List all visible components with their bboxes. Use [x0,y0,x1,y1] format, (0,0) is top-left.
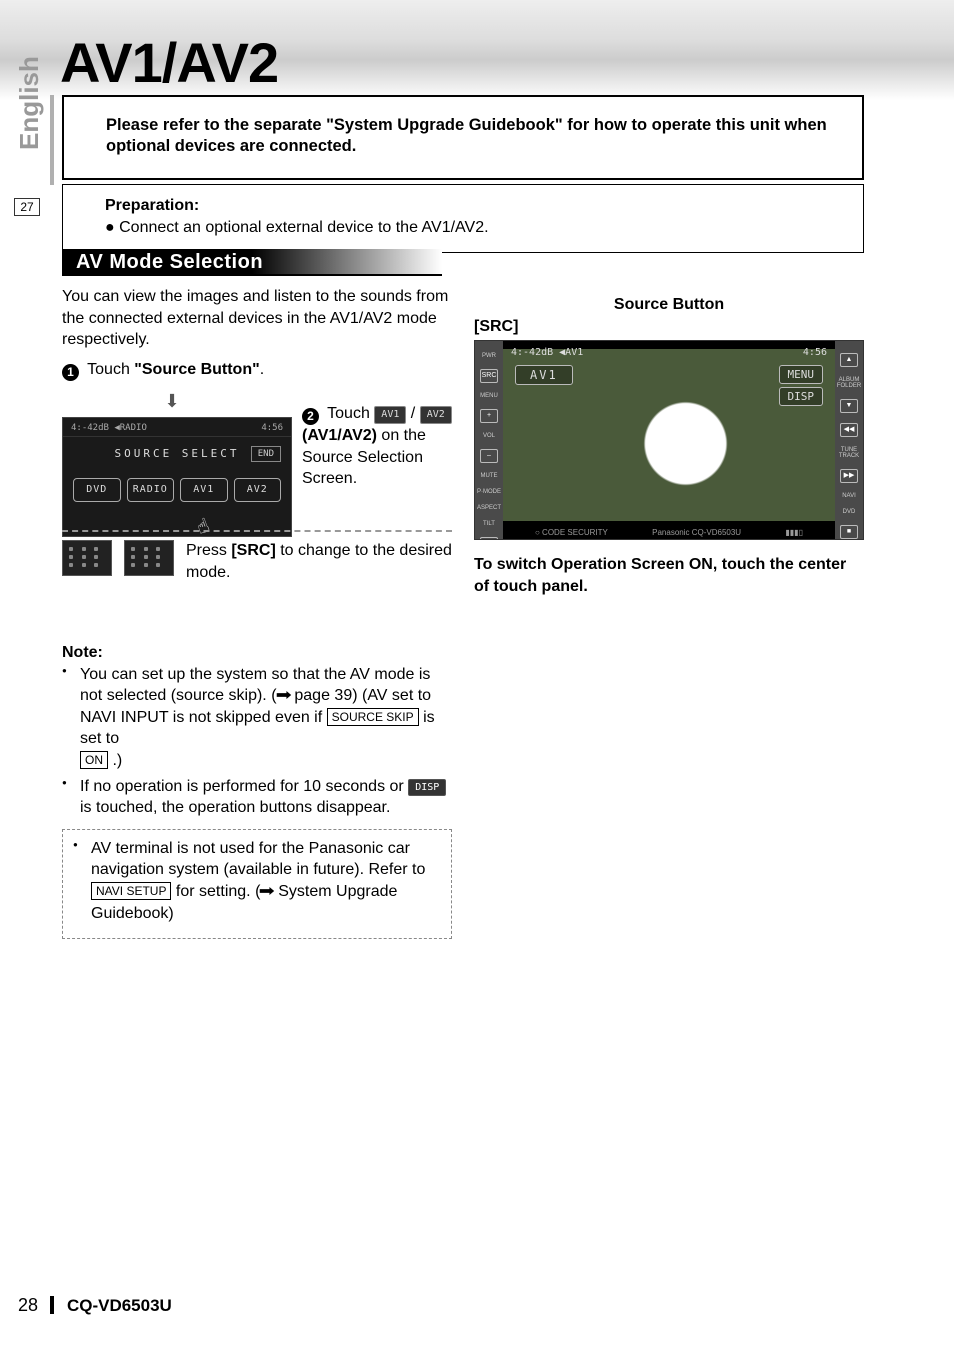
hand-pointer-icon: ☝ [193,512,214,541]
intro-text: You can view the images and listen to th… [62,286,452,351]
dashed-divider [62,530,452,532]
section-heading: AV Mode Selection [62,249,442,276]
vol-dn-button[interactable]: – [480,449,498,463]
album-dn-button[interactable]: ▼ [840,399,858,413]
side-divider [50,95,54,185]
src-btn-av1[interactable]: AV1 [180,478,228,502]
footer-bar [50,1296,54,1314]
src-key-label: [SRC] [474,318,864,336]
disp-chip: DISP [408,779,446,797]
page-footer: 28 CQ-VD6503U [18,1295,172,1316]
guidebook-note-box: Please refer to the separate "System Upg… [62,95,864,180]
navi-callout-text: AV terminal is not used for the Panasoni… [89,838,441,924]
step-2: 2 Touch AV1 / AV2 (AV1/AV2) on the Sourc… [302,403,454,490]
code-security-text: ○ CODE SECURITY [535,528,608,537]
source-skip-box: SOURCE SKIP [327,708,419,726]
arrow-right-icon: ➡ [275,685,291,707]
end-button[interactable]: END [251,446,281,462]
head-unit-screenshot: PWR SRC MENU + VOL – MUTE P·MODE ASPECT … [474,340,864,540]
touch-panel-caption: To switch Operation Screen ON, touch the… [474,554,864,597]
step-1-icon: 1 [62,364,79,381]
note-heading: Note: [62,642,452,664]
on-box: ON [80,751,108,769]
menu-button[interactable]: MENU [779,365,824,384]
prev-button[interactable]: ◀◀ [840,423,858,437]
remote-icon-2 [124,540,174,576]
preparation-box: Preparation: ● Connect an optional exter… [62,184,864,253]
next-button[interactable]: ▶▶ [840,469,858,483]
remote-row: Press [SRC] to change to the desired mod… [62,540,452,583]
navi-setup-box: NAVI SETUP [91,882,171,900]
brand-text: Panasonic CQ-VD6503U [652,528,741,537]
status-text: 4:-42dB ◀RADIO [71,422,147,434]
side-language: English [14,56,45,150]
src-hw-button[interactable]: SRC [480,369,498,383]
arrow-right-icon: ➡ [259,881,275,903]
note-item-2: If no operation is performed for 10 seco… [78,776,452,819]
page-title: AV1/AV2 [60,30,278,95]
source-button-label: Source Button [474,296,864,314]
arrow-down-icon: ⬇ [62,389,282,413]
src-btn-radio[interactable]: RADIO [127,478,175,502]
speaker-icon: ▮▮▮▯ [785,528,803,537]
head-unit-right-buttons: ▲ ALBUM FOLDER ▼ ◀◀ TUNE TRACK ▶▶ NAVI D… [838,353,860,527]
preparation-heading: Preparation: [105,197,199,214]
av1-indicator[interactable]: AV1 [515,365,573,385]
note-item-1: You can set up the system so that the AV… [78,664,452,772]
remote-icon-1 [62,540,112,576]
model-number: CQ-VD6503U [67,1296,172,1315]
disp-button[interactable]: DISP [779,387,824,406]
preparation-text: Connect an optional external device to t… [119,219,488,236]
src-btn-dvd[interactable]: DVD [73,478,121,502]
enter-button[interactable]: ■ [840,525,858,539]
page-number: 28 [18,1295,38,1315]
right-column: Source Button [SRC] PWR SRC MENU + VOL –… [474,296,864,597]
step-2-icon: 2 [302,408,319,425]
av2-chip: AV2 [420,406,452,424]
vol-up-button[interactable]: + [480,409,498,423]
clock-text: 4:56 [803,347,827,358]
source-select-screenshot: 4:-42dB ◀RADIO 4:56 SOURCE SELECT END DV… [62,417,292,537]
remote-text: Press [SRC] to change to the desired mod… [186,540,452,583]
eject-button[interactable]: ▲ [480,537,498,540]
note-block: Note: You can set up the system so that … [62,642,452,939]
album-up-button[interactable]: ▲ [840,353,858,367]
head-unit-left-buttons: PWR SRC MENU + VOL – MUTE P·MODE ASPECT … [478,353,500,527]
src-btn-av2[interactable]: AV2 [234,478,282,502]
clock-text: 4:56 [261,422,283,434]
navi-callout: AV terminal is not used for the Panasoni… [62,829,452,939]
av1-chip: AV1 [374,406,406,424]
side-prev-page: 27 [14,198,40,216]
step-1: 1 Touch "Source Button". [62,359,452,381]
status-text: 4:-42dB ◀AV1 [511,347,583,358]
